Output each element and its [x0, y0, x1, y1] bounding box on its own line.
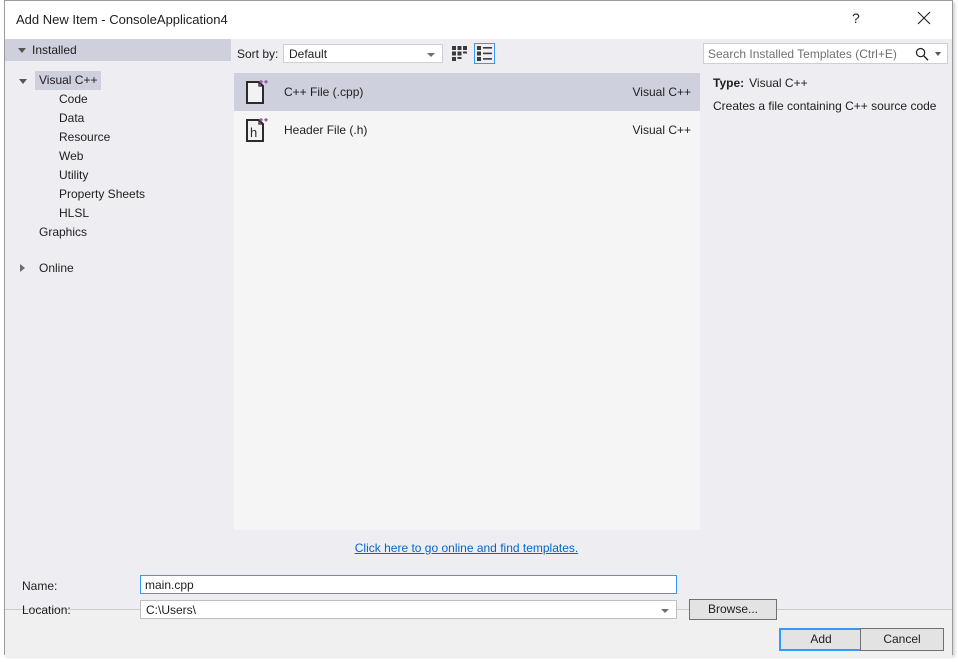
tree-item-label: Code: [59, 92, 88, 106]
close-button[interactable]: [902, 1, 946, 35]
template-name: Header File (.h): [284, 123, 368, 137]
cancel-button-label: Cancel: [883, 632, 921, 646]
detail-type-label: Type:: [713, 76, 745, 90]
tree-item-utility[interactable]: Utility: [5, 166, 231, 185]
tree-item-label: Property Sheets: [59, 187, 146, 201]
online-templates-link[interactable]: Click here to go online and find templat…: [355, 541, 578, 555]
online-templates-link-container: Click here to go online and find templat…: [231, 541, 702, 555]
view-list-button[interactable]: [474, 43, 495, 64]
installed-sidebar: Installed Visual C++ Code Data Resource: [5, 39, 231, 656]
sort-by-value: Default: [289, 47, 328, 61]
help-button[interactable]: ?: [852, 1, 896, 35]
chevron-down-icon[interactable]: [661, 609, 669, 613]
tree-item-resource[interactable]: Resource: [5, 128, 231, 147]
name-label: Name:: [22, 579, 58, 593]
tree-item-label: Online: [39, 261, 74, 275]
tree-item-label: HLSL: [59, 206, 90, 220]
location-label: Location:: [22, 603, 71, 617]
chevron-down-icon: [427, 53, 435, 57]
tree-item-data[interactable]: Data: [5, 109, 231, 128]
name-input[interactable]: [140, 575, 677, 594]
template-name: C++ File (.cpp): [284, 85, 364, 99]
chevron-down-icon: [18, 48, 26, 53]
view-tiles-button[interactable]: [449, 43, 470, 64]
installed-header[interactable]: Installed: [5, 39, 231, 61]
cpp-file-icon: [246, 80, 268, 104]
chevron-down-icon: [19, 79, 27, 84]
tree-item-visual-cpp[interactable]: Visual C++: [5, 71, 231, 90]
tree-item-property-sheets[interactable]: Property Sheets: [5, 185, 231, 204]
tree-item-label: Data: [59, 111, 85, 125]
tree-item-code[interactable]: Code: [5, 90, 231, 109]
tree-item-graphics[interactable]: Graphics: [5, 223, 231, 242]
browse-button[interactable]: Browse...: [689, 599, 777, 620]
dialog-title: Add New Item - ConsoleApplication4: [16, 12, 228, 27]
search-input[interactable]: [708, 47, 906, 61]
search-box[interactable]: [703, 43, 948, 64]
header-file-icon: h: [246, 118, 268, 142]
tree-item-label: Resource: [59, 130, 111, 144]
search-icon[interactable]: [915, 47, 929, 61]
browse-button-label: Browse...: [707, 602, 758, 616]
close-icon: [917, 11, 931, 25]
template-category-tree: Visual C++ Code Data Resource Web Utilit…: [5, 71, 231, 278]
grid-view-icon: [452, 46, 467, 61]
tree-item-label: Utility: [59, 168, 89, 182]
add-new-item-dialog: Add New Item - ConsoleApplication4 ? Ins…: [4, 0, 953, 657]
template-list-item[interactable]: C++ File (.cpp) Visual C++: [234, 73, 700, 111]
sort-toolbar: Sort by: Default: [231, 39, 702, 73]
tree-item-hlsl[interactable]: HLSL: [5, 204, 231, 223]
location-value: C:\Users\: [146, 603, 197, 617]
chevron-right-icon: [20, 264, 25, 272]
svg-text:h: h: [250, 125, 257, 140]
details-column: Type: Visual C++ Creates a file containin…: [702, 39, 954, 656]
add-button-label: Add: [810, 632, 832, 646]
location-combo[interactable]: C:\Users\: [140, 600, 677, 619]
sort-by-label: Sort by:: [237, 47, 279, 61]
add-button[interactable]: Add: [779, 628, 863, 651]
chevron-down-icon[interactable]: [935, 52, 941, 56]
tree-item-label: Web: [59, 149, 84, 163]
cancel-button[interactable]: Cancel: [860, 628, 944, 651]
dialog-content: Installed Visual C++ Code Data Resource: [5, 39, 952, 656]
template-category: Visual C++: [632, 123, 691, 137]
templates-column: Sort by: Default C++ File (.cpp) Visual …: [231, 39, 702, 656]
list-view-icon: [477, 46, 492, 61]
tree-item-web[interactable]: Web: [5, 147, 231, 166]
tree-item-online[interactable]: Online: [5, 259, 231, 278]
title-bar: Add New Item - ConsoleApplication4 ?: [5, 1, 952, 39]
template-category: Visual C++: [632, 85, 691, 99]
installed-header-label: Installed: [32, 43, 77, 57]
tree-item-label: Graphics: [39, 225, 88, 239]
detail-description: Creates a file containing C++ source cod…: [713, 99, 937, 113]
sort-by-select[interactable]: Default: [283, 44, 443, 63]
template-list[interactable]: C++ File (.cpp) Visual C++ h Header File…: [234, 73, 700, 530]
detail-type-row: Type: Visual C++: [713, 76, 808, 90]
template-list-item[interactable]: h Header File (.h) Visual C++: [234, 111, 700, 149]
detail-type-value: Visual C++: [749, 76, 808, 90]
tree-item-label: Visual C++: [35, 71, 102, 90]
question-mark-icon: ?: [852, 10, 860, 26]
